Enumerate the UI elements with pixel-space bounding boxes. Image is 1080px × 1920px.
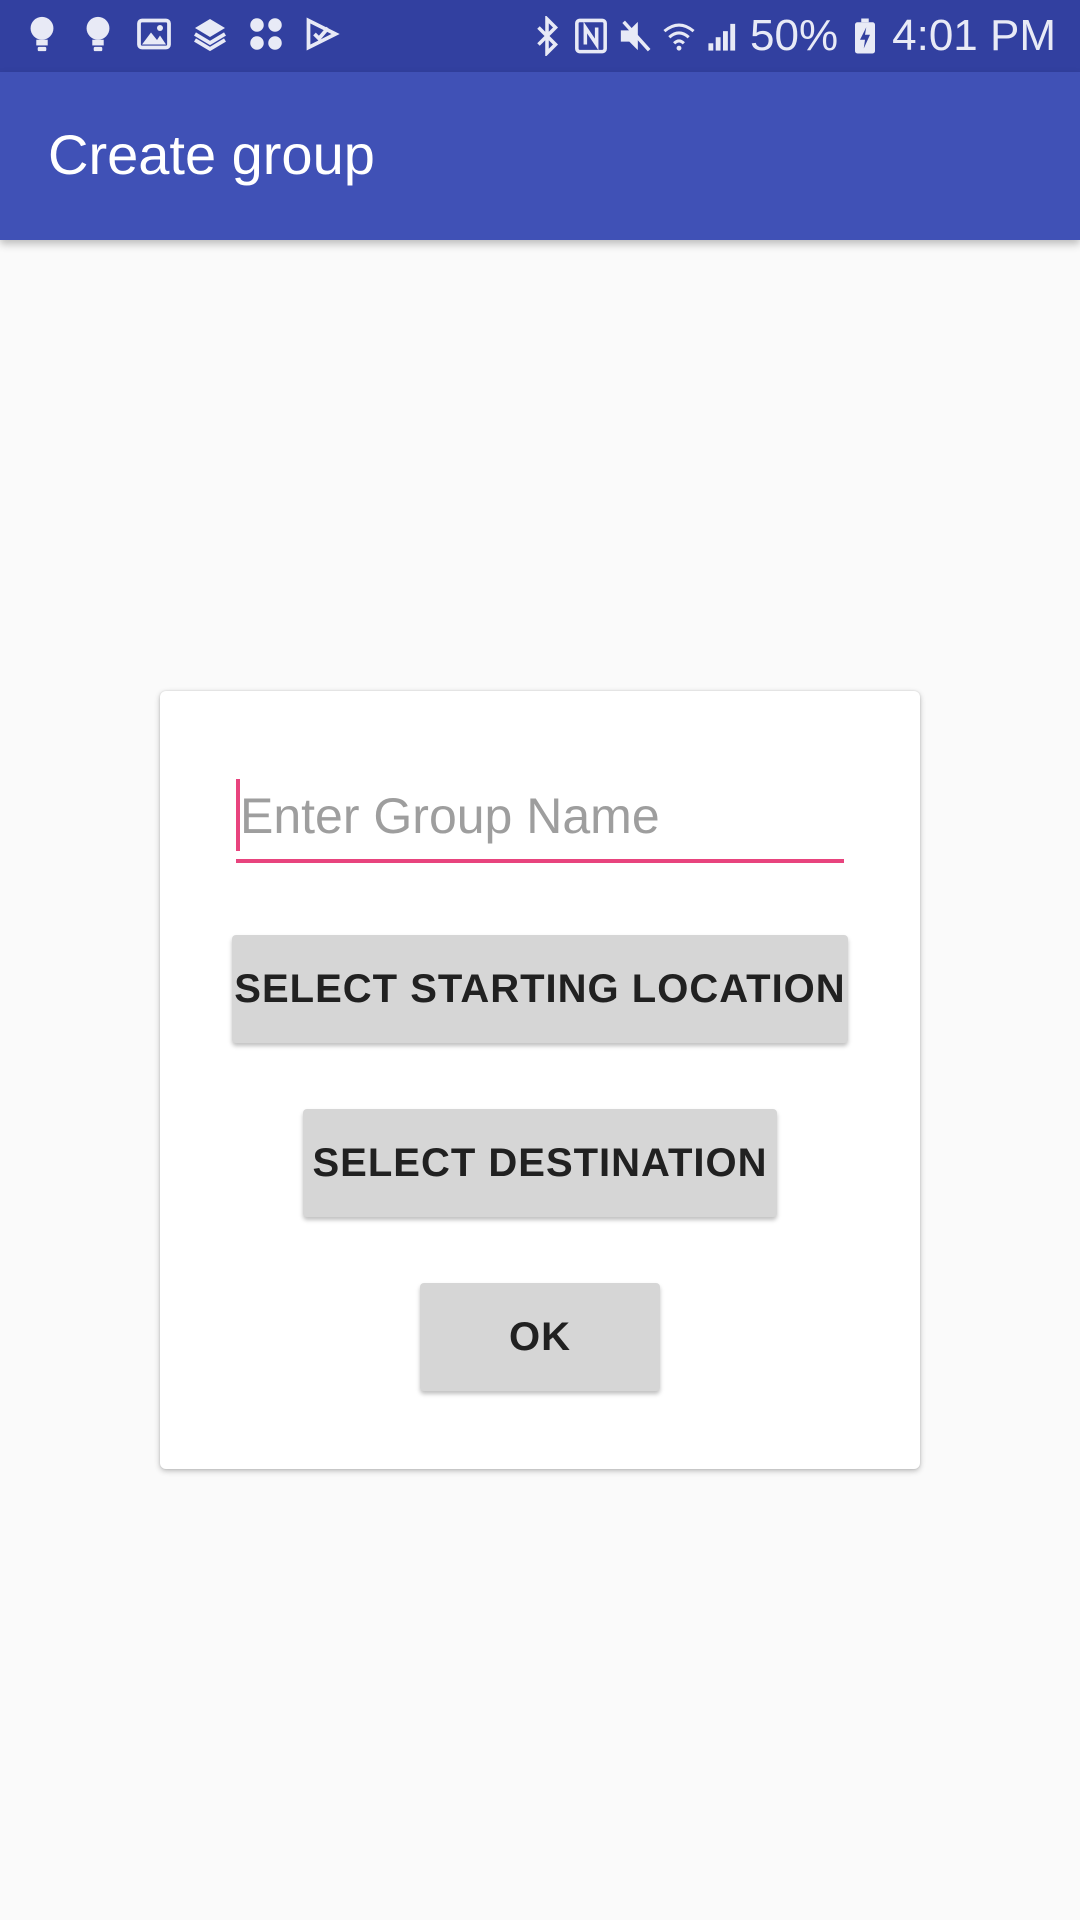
image-icon [137, 18, 171, 50]
input-underline [236, 859, 844, 863]
page-title: Create group [48, 123, 375, 186]
bluetooth-icon [537, 16, 559, 56]
system-status: 50% 4:01 PM [530, 8, 1056, 64]
ok-button[interactable]: OK [420, 1283, 660, 1391]
signal-icon [708, 23, 736, 51]
select-starting-location-button[interactable]: SELECT STARTING LOCATION [232, 935, 848, 1043]
nfc-icon [575, 18, 607, 54]
app-bar: Create group [0, 72, 1080, 240]
status-bar: 50% 4:01 PM [0, 0, 1080, 72]
wifi-icon [663, 23, 695, 51]
text-cursor [236, 779, 240, 851]
clock: 4:01 PM [892, 11, 1056, 60]
group-name-input[interactable] [236, 779, 844, 853]
group-name-field[interactable] [236, 779, 844, 863]
app-grid-icon [250, 18, 282, 50]
battery-percentage: 50% [750, 11, 839, 60]
bulb-icon [30, 16, 54, 52]
layers-icon [194, 19, 226, 52]
select-destination-button[interactable]: SELECT DESTINATION [303, 1109, 777, 1217]
mute-icon [620, 20, 651, 52]
battery-charging-icon [855, 18, 876, 54]
bulb-icon [86, 16, 110, 52]
create-group-dialog: SELECT STARTING LOCATION SELECT DESTINAT… [160, 691, 920, 1469]
checkmark-icon [306, 17, 340, 51]
notification-icons [24, 14, 340, 54]
